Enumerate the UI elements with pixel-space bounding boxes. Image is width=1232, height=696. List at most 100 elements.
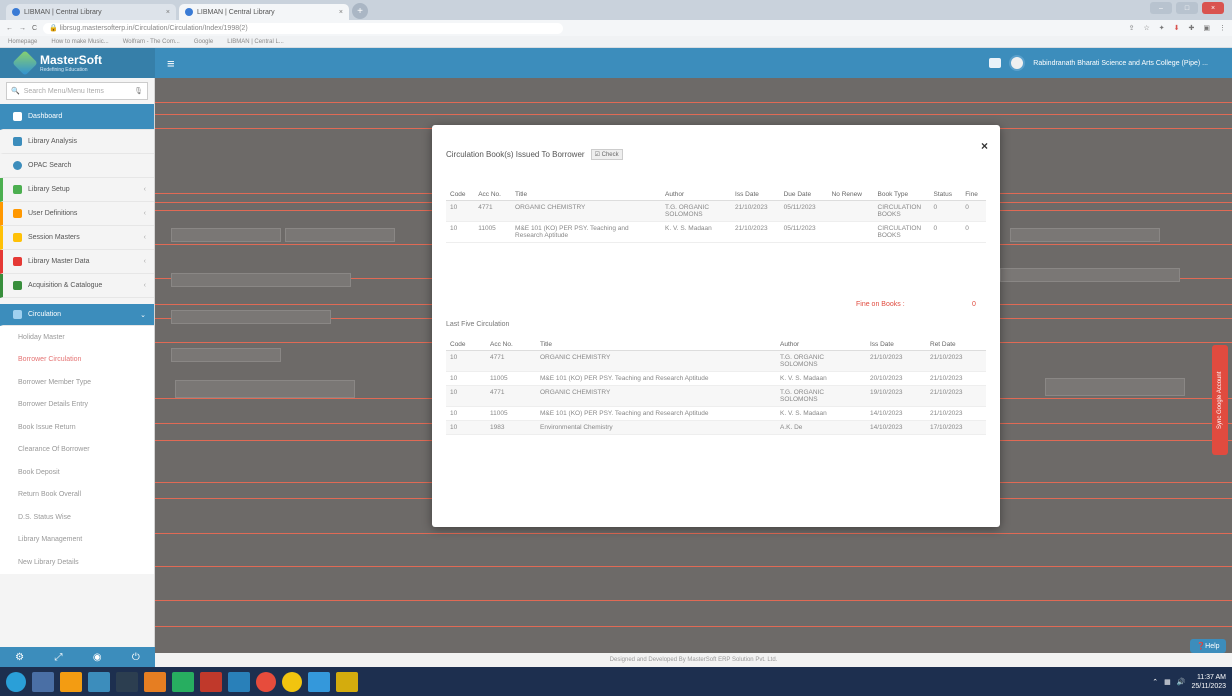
settings-icon[interactable]: ⚙ (15, 652, 24, 663)
table-row[interactable]: 10 1983 Environmental Chemistry A.K. De … (446, 420, 986, 435)
avatar[interactable] (1009, 55, 1026, 71)
taskbar-app-icon[interactable] (256, 671, 276, 692)
submenu-book-deposit[interactable]: Book Deposit (0, 461, 154, 484)
gears-icon (13, 185, 22, 194)
submenu-return-book[interactable]: Return Book Overall (0, 483, 154, 506)
table-row[interactable]: 10 4771 ORGANIC CHEMISTRY T.G. ORGANIC S… (446, 385, 986, 407)
bookmark-item[interactable]: LIBMAN | Central L... (227, 39, 284, 45)
table-row[interactable]: 10 11005 M&E 101 (KO) PER PSY. Teaching … (446, 406, 986, 421)
close-tab-icon[interactable]: × (339, 9, 343, 16)
minimize-icon[interactable]: – (1150, 2, 1172, 14)
menu-dots-icon[interactable]: ⋮ (1219, 24, 1226, 32)
cell: 1983 (486, 420, 536, 435)
sync-google-account-tab[interactable]: Sync Google Account (1212, 345, 1228, 455)
extension-icon[interactable]: ✦ (1159, 24, 1165, 32)
cell: Environmental Chemistry (536, 420, 776, 435)
submenu-ds-status[interactable]: D.S. Status Wise (0, 506, 154, 529)
check-button[interactable]: ☑ Check (590, 149, 623, 160)
folder-icon[interactable] (336, 671, 358, 692)
start-button-icon[interactable] (6, 671, 26, 692)
bar-chart-icon (13, 137, 22, 146)
cell: ORGANIC CHEMISTRY (536, 385, 776, 407)
college-name[interactable]: Rabindranath Bharati Science and Arts Co… (1033, 60, 1208, 67)
taskbar-app-icon[interactable] (88, 671, 110, 692)
table-row[interactable]: 10 4771 ORGANIC CHEMISTRY T.G. ORGANIC S… (446, 350, 986, 372)
maximize-icon[interactable]: □ (1176, 2, 1198, 14)
window-close-icon[interactable]: × (1202, 2, 1224, 14)
browser-tab-2[interactable]: LIBMAN | Central Library × (179, 4, 349, 20)
taskbar-app-icon[interactable] (116, 671, 138, 692)
network-icon[interactable]: ▦ (1164, 678, 1171, 686)
notification-icon[interactable] (989, 58, 1002, 68)
browser-tab-1[interactable]: LIBMAN | Central Library × (6, 4, 176, 20)
hamburger-menu-icon[interactable]: ≡ (167, 56, 175, 71)
puzzle-icon[interactable]: ✚ (1189, 24, 1195, 32)
vlc-icon[interactable] (60, 671, 82, 692)
taskbar-app-icon[interactable] (228, 671, 250, 692)
page-footer: Designed and Developed By MasterSoft ERP… (155, 653, 1232, 667)
header-right: Rabindranath Bharati Science and Arts Co… (989, 55, 1232, 71)
sidebar-item-circulation[interactable]: Circulation ⌄ (0, 304, 154, 326)
power-icon[interactable]: ⏻ (132, 652, 140, 663)
new-tab-icon[interactable]: + (352, 3, 368, 19)
cell: 4771 (486, 350, 536, 372)
bookmark-item[interactable]: How to make Music... (51, 39, 108, 45)
volume-icon[interactable]: 🔊 (1177, 678, 1186, 686)
system-clock[interactable]: 11:37 AM 25/11/2023 (1191, 673, 1226, 691)
cell: 05/11/2023 (779, 221, 828, 243)
sidebar-item-dashboard[interactable]: Dashboard (0, 104, 154, 130)
dimmed-button (175, 380, 355, 398)
logo-subtitle: Redefining Education (40, 67, 88, 73)
fullscreen-icon[interactable]: ⤢ (54, 652, 62, 663)
col-header: Ret Date (926, 339, 986, 351)
bookmark-item[interactable]: Google (194, 39, 213, 45)
submenu-holiday-master[interactable]: Holiday Master (0, 326, 154, 349)
submenu-clearance[interactable]: Clearance Of Borrower (0, 438, 154, 461)
sidebar-item-acquisition[interactable]: Acquisition & Catalogue ‹ (0, 274, 154, 298)
back-icon[interactable]: ← (6, 25, 13, 32)
sidebar-icon[interactable]: ▣ (1203, 24, 1210, 32)
submenu-borrower-circulation[interactable]: Borrower Circulation (0, 348, 154, 371)
excel-icon[interactable] (172, 671, 194, 692)
bookmark-item[interactable]: Homepage (8, 39, 37, 45)
sidebar-item-library-analysis[interactable]: Library Analysis (0, 130, 154, 154)
sidebar-item-opac-search[interactable]: OPAC Search (0, 154, 154, 178)
close-tab-icon[interactable]: × (166, 9, 170, 16)
submenu-library-management[interactable]: Library Management (0, 528, 154, 551)
modal-close-icon[interactable]: × (981, 139, 988, 153)
share-icon[interactable]: ⇪ (1129, 24, 1135, 32)
help-button[interactable]: ❓ Help (1190, 639, 1226, 653)
chrome-icon[interactable] (282, 671, 302, 692)
bookmark-item[interactable]: Wolfram - The Com... (123, 39, 180, 45)
microphone-icon[interactable]: 🎙 (134, 87, 143, 95)
mastersoft-logo[interactable]: MasterSoft Redefining Education (0, 48, 155, 78)
cell: K. V. S. Madaan (776, 406, 866, 421)
table-row[interactable]: 10 4771 ORGANIC CHEMISTRY T.G. ORGANIC S… (446, 200, 986, 222)
sidebar-item-label: Dashboard (28, 113, 63, 120)
submenu-borrower-details[interactable]: Borrower Details Entry (0, 393, 154, 416)
submenu-new-library[interactable]: New Library Details (0, 551, 154, 574)
circulation-modal: × Circulation Book(s) Issued To Borrower… (432, 125, 1000, 527)
forward-icon[interactable]: → (19, 25, 26, 32)
sidebar: 🔍 Search Menu/Menu Items 🎙 Dashboard Lib… (0, 78, 155, 647)
pdf-icon[interactable] (200, 671, 222, 692)
taskbar-app-icon[interactable] (308, 671, 330, 692)
star-icon[interactable]: ☆ (1143, 24, 1149, 32)
submenu-borrower-member-type[interactable]: Borrower Member Type (0, 371, 154, 394)
reload-icon[interactable]: C (32, 25, 37, 32)
menu-search-input[interactable]: 🔍 Search Menu/Menu Items 🎙 (6, 82, 148, 100)
table-row[interactable]: 10 11005 M&E 101 (KO) PER PSY. Teaching … (446, 371, 986, 386)
sidebar-item-library-setup[interactable]: Library Setup ‹ (0, 178, 154, 202)
taskbar-app-icon[interactable] (32, 671, 54, 692)
sidebar-item-session-masters[interactable]: Session Masters ‹ (0, 226, 154, 250)
eye-icon[interactable]: ◉ (93, 652, 102, 663)
cell: 10 (446, 200, 475, 222)
sidebar-item-library-master-data[interactable]: Library Master Data ‹ (0, 250, 154, 274)
taskbar-app-icon[interactable] (144, 671, 166, 692)
table-row[interactable]: 10 11005 M&E 101 (KO) PER PSY. Teaching … (446, 221, 986, 243)
tray-chevron-icon[interactable]: ⌃ (1152, 678, 1158, 686)
url-input[interactable]: 🔒 librsug.mastersofterp.in/Circulation/C… (43, 22, 564, 34)
sidebar-item-user-definitions[interactable]: User Definitions ‹ (0, 202, 154, 226)
download-icon[interactable]: ⬇ (1174, 24, 1180, 32)
submenu-book-issue-return[interactable]: Book Issue Return (0, 416, 154, 439)
